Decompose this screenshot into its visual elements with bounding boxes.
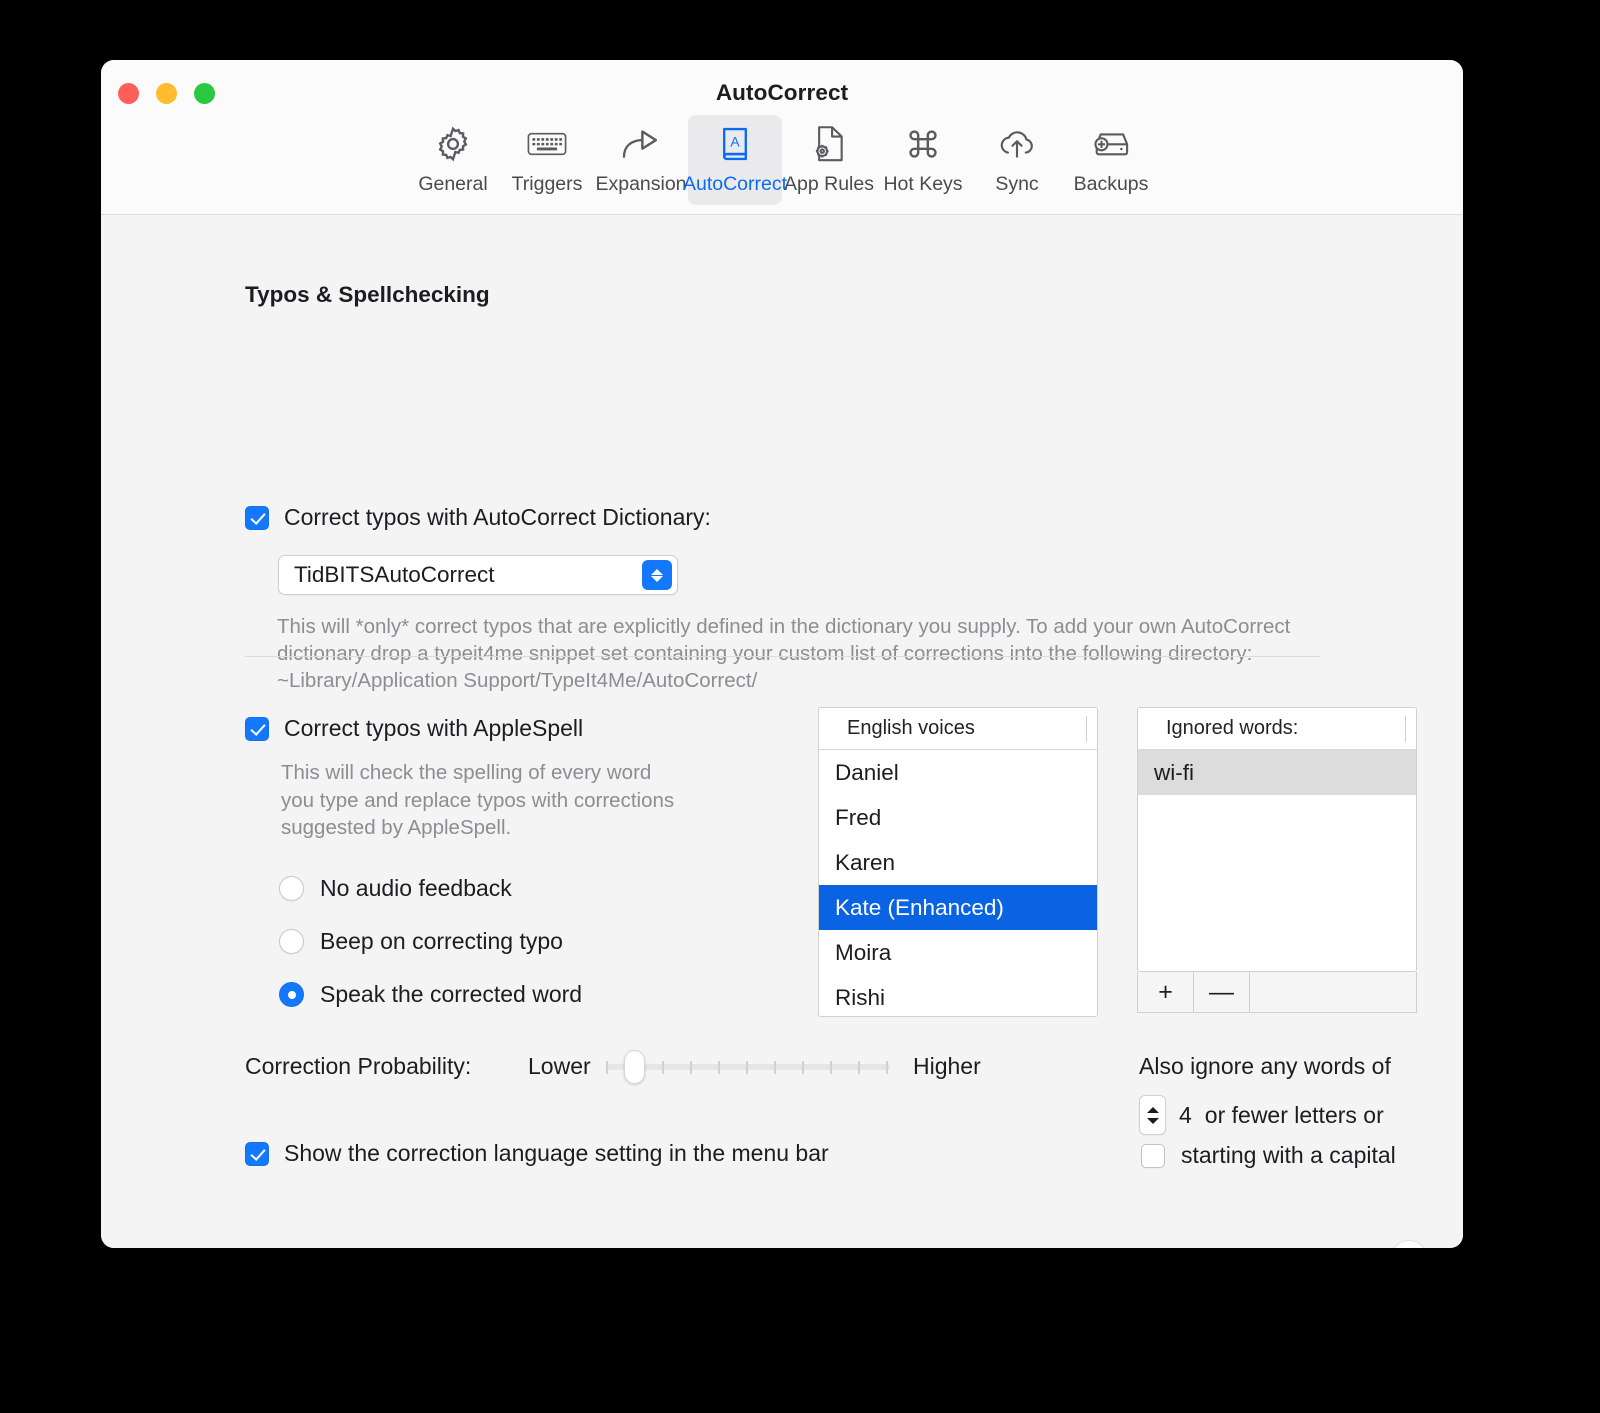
tab-triggers-label: Triggers bbox=[511, 173, 583, 195]
list-item[interactable]: Rishi bbox=[819, 975, 1097, 1016]
drive-plus-icon bbox=[1090, 124, 1132, 164]
correct-typos-dictionary-checkbox-row[interactable]: Correct typos with AutoCorrect Dictionar… bbox=[245, 504, 711, 531]
ignored-words-toolbar: + — bbox=[1137, 972, 1417, 1013]
tab-app-rules[interactable]: App Rules bbox=[782, 115, 876, 205]
slider-track[interactable] bbox=[606, 1064, 890, 1070]
correct-typos-applespell-checkbox[interactable] bbox=[245, 716, 269, 741]
show-correction-language-checkbox[interactable] bbox=[245, 1141, 269, 1166]
english-voices-rows: Daniel Fred Karen Kate (Enhanced) Moira … bbox=[819, 750, 1097, 1016]
tab-general-label: General bbox=[418, 173, 488, 195]
list-item-selected[interactable]: wi-fi bbox=[1138, 750, 1416, 795]
english-voices-header: English voices bbox=[819, 708, 1097, 750]
remove-ignored-word-button[interactable]: — bbox=[1194, 972, 1250, 1012]
radio-beep-on-correcting-typo-label: Beep on correcting typo bbox=[320, 928, 563, 954]
ignored-words-header-label: Ignored words: bbox=[1166, 717, 1299, 739]
slider-knob[interactable] bbox=[624, 1050, 645, 1084]
correction-probability-higher-label: Higher bbox=[913, 1053, 981, 1079]
tab-autocorrect-label: AutoCorrect bbox=[682, 173, 788, 195]
tab-backups-label: Backups bbox=[1073, 173, 1149, 195]
radio-row-no-audio-feedback[interactable]: No audio feedback bbox=[279, 875, 512, 902]
letters-count-stepper[interactable] bbox=[1139, 1095, 1166, 1135]
tab-triggers[interactable]: Triggers bbox=[500, 115, 594, 205]
radio-no-audio-feedback[interactable] bbox=[279, 876, 304, 901]
toolbar-filler bbox=[1250, 972, 1416, 1012]
radio-speak-the-corrected-word-label: Speak the corrected word bbox=[320, 981, 583, 1007]
correct-typos-applespell-label: Correct typos with AppleSpell bbox=[284, 715, 584, 741]
letters-count-value: 4 bbox=[1179, 1101, 1192, 1128]
window-titlebar: AutoCorrect General Triggers Expansion A… bbox=[101, 60, 1463, 215]
keyboard-icon bbox=[527, 124, 567, 164]
radio-speak-the-corrected-word[interactable] bbox=[279, 982, 304, 1007]
correction-probability-label: Correction Probability: bbox=[245, 1053, 472, 1079]
english-voices-header-label: English voices bbox=[847, 717, 975, 739]
radio-no-audio-feedback-label: No audio feedback bbox=[320, 875, 512, 901]
ignored-words-rows: wi-fi bbox=[1138, 750, 1416, 971]
preferences-content: Typos & Spellchecking Correct typos with… bbox=[101, 215, 1463, 1248]
section-divider bbox=[245, 656, 1320, 657]
letters-count-suffix-label: or fewer letters or bbox=[1204, 1101, 1384, 1128]
show-correction-language-label: Show the correction language setting in … bbox=[284, 1140, 829, 1166]
column-divider-handle[interactable] bbox=[1086, 716, 1087, 742]
dictionary-help-text: This will *only* correct typos that are … bbox=[277, 615, 1291, 692]
list-item-selected[interactable]: Kate (Enhanced) bbox=[819, 885, 1097, 930]
chevron-updown-icon[interactable] bbox=[642, 560, 672, 590]
show-correction-language-checkbox-row[interactable]: Show the correction language setting in … bbox=[245, 1140, 829, 1167]
tab-hot-keys[interactable]: Hot Keys bbox=[876, 115, 970, 205]
cloud-upload-icon bbox=[997, 124, 1037, 164]
correction-probability-slider[interactable] bbox=[606, 1050, 890, 1084]
correct-typos-dictionary-label: Correct typos with AutoCorrect Dictionar… bbox=[284, 504, 711, 530]
preferences-toolbar: General Triggers Expansion A AutoCorrect… bbox=[101, 115, 1463, 205]
starting-with-capital-checkbox[interactable] bbox=[1141, 1143, 1165, 1168]
tab-sync[interactable]: Sync bbox=[970, 115, 1064, 205]
correct-typos-dictionary-checkbox[interactable] bbox=[245, 505, 269, 530]
letters-stepper-row: 4 or fewer letters or bbox=[1139, 1095, 1384, 1135]
autocorrect-preferences-window: AutoCorrect General Triggers Expansion A… bbox=[101, 60, 1463, 1248]
command-key-icon bbox=[906, 124, 940, 164]
tab-sync-label: Sync bbox=[995, 173, 1039, 195]
radio-row-beep-on-correcting-typo[interactable]: Beep on correcting typo bbox=[279, 928, 563, 955]
tab-general[interactable]: General bbox=[406, 115, 500, 205]
tab-app-rules-label: App Rules bbox=[784, 173, 874, 195]
applespell-help-text: This will check the spelling of every wo… bbox=[281, 761, 675, 839]
starting-with-capital-label: starting with a capital bbox=[1181, 1142, 1396, 1168]
gear-icon bbox=[434, 124, 472, 164]
radio-beep-on-correcting-typo[interactable] bbox=[279, 929, 304, 954]
tab-backups[interactable]: Backups bbox=[1064, 115, 1158, 205]
list-item[interactable]: Daniel bbox=[819, 750, 1097, 795]
english-voices-listbox[interactable]: English voices Daniel Fred Karen Kate (E… bbox=[818, 707, 1098, 1017]
svg-text:A: A bbox=[730, 133, 740, 149]
dictionary-select-value: TidBITSAutoCorrect bbox=[294, 562, 495, 587]
ignored-words-listbox[interactable]: Ignored words: wi-fi bbox=[1137, 707, 1417, 972]
list-item[interactable]: Fred bbox=[819, 795, 1097, 840]
book-a-icon: A bbox=[719, 124, 751, 164]
window-title: AutoCorrect bbox=[715, 80, 849, 105]
column-divider-handle[interactable] bbox=[1405, 716, 1406, 742]
also-ignore-intro-label: Also ignore any words of bbox=[1139, 1053, 1391, 1079]
document-gear-icon bbox=[812, 124, 846, 164]
tab-expansion-label: Expansion bbox=[595, 173, 687, 195]
starting-with-capital-row[interactable]: starting with a capital bbox=[1141, 1142, 1396, 1169]
ignored-words-header: Ignored words: bbox=[1138, 708, 1416, 750]
correction-probability-lower-label: Lower bbox=[528, 1053, 591, 1079]
section-title: Typos & Spellchecking bbox=[245, 282, 490, 307]
tab-hot-keys-label: Hot Keys bbox=[883, 173, 963, 195]
tab-expansion[interactable]: Expansion bbox=[594, 115, 688, 205]
list-item[interactable]: Karen bbox=[819, 840, 1097, 885]
list-item[interactable]: Moira bbox=[819, 930, 1097, 975]
correct-typos-applespell-checkbox-row[interactable]: Correct typos with AppleSpell bbox=[245, 715, 583, 742]
add-ignored-word-button[interactable]: + bbox=[1138, 972, 1194, 1012]
help-button[interactable]: ? bbox=[1390, 1240, 1428, 1248]
tab-autocorrect[interactable]: A AutoCorrect bbox=[683, 115, 787, 205]
share-arrow-icon bbox=[621, 124, 661, 164]
radio-row-speak-the-corrected-word[interactable]: Speak the corrected word bbox=[279, 981, 582, 1008]
dictionary-select[interactable]: TidBITSAutoCorrect bbox=[278, 555, 678, 595]
